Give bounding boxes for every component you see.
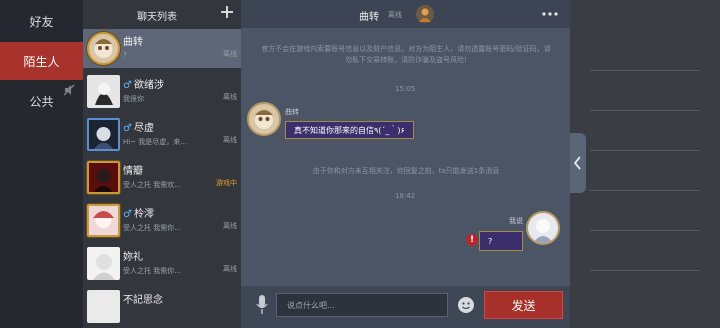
contact-name: ♂ 尽虚 <box>123 123 154 134</box>
contact-name: 不記思念 <box>123 295 163 306</box>
security-notice: 官方不会在游戏内索要账号信息以及财产信息，对方为陌生人，请勿透露账号密码/验证码… <box>261 45 551 64</box>
chat-contact-status: 离线 <box>388 11 402 19</box>
online-status: 离线 <box>223 50 237 58</box>
add-icon[interactable] <box>219 4 235 20</box>
male-icon: ♂ <box>123 209 132 220</box>
online-status: 离线 <box>223 93 237 101</box>
chat-list-item[interactable]: 不記思念 <box>83 287 241 326</box>
incoming-message-bubble[interactable]: 真不知道你那来的自信٩(´_｀)۶ <box>285 121 414 139</box>
avatar <box>87 204 120 237</box>
send-failed-icon[interactable]: ! <box>466 234 478 246</box>
online-status: 离线 <box>223 265 237 273</box>
message-preview: Hi~ 我是尽虚，来... <box>123 138 187 146</box>
chat-panel: 曲转 离线 官方不会在游戏内索要账号信息以及财产信息，对方为陌生人，请勿透露账号… <box>241 0 570 328</box>
avatar <box>87 118 120 151</box>
collapse-panel-tab[interactable] <box>570 133 586 193</box>
chat-list-item[interactable]: 妳礼 受人之托 我需你... 离线 <box>83 244 241 283</box>
chat-list-item[interactable]: ♂ 尽虚 Hi~ 我是尽虚，来... 离线 <box>83 115 241 154</box>
contact-name: 曲转 <box>123 37 143 48</box>
contact-name: 妳礼 <box>123 252 143 263</box>
more-options-icon[interactable] <box>542 12 558 16</box>
chat-list-item[interactable]: 曲转 ? 离线 <box>83 29 241 68</box>
male-icon: ♂ <box>123 80 132 91</box>
message-preview: 受人之托 我需你... <box>123 267 181 275</box>
message-preview: 受人之托 我需欢... <box>123 181 181 189</box>
chat-header: 曲转 离线 <box>241 0 570 28</box>
microphone-icon[interactable] <box>255 294 269 316</box>
system-note: 由于你和对方未互相关注，你回复之前，ta只能发送1条消息 <box>312 167 500 175</box>
message-sender: 我说 <box>509 217 523 225</box>
avatar <box>87 75 120 108</box>
chat-list-item[interactable]: ♂ 欲绪涉 我很你 离线 <box>83 72 241 111</box>
game-background <box>570 0 720 328</box>
message-input[interactable] <box>276 293 448 317</box>
sender-avatar[interactable] <box>247 102 281 136</box>
avatar <box>87 161 120 194</box>
input-bar: 发送 <box>241 286 570 328</box>
online-status: 游戏中 <box>216 179 237 187</box>
category-rail: 好友 陌生人 公共 <box>0 0 83 328</box>
emoji-icon[interactable] <box>457 296 475 314</box>
chat-contact-name: 曲转 <box>359 12 379 23</box>
message-sender: 曲转 <box>285 108 299 116</box>
outgoing-message-bubble[interactable]: ? <box>479 231 523 251</box>
chat-list-panel: 聊天列表 曲转 ? 离线 ♂ 欲绪涉 我很你 离线 ♂ 尽虚 Hi~ 我是尽虚，来.… <box>83 0 241 328</box>
online-status: 离线 <box>223 136 237 144</box>
chevron-left-icon <box>573 156 581 170</box>
timestamp: 18:42 <box>395 192 416 200</box>
timestamp: 15:05 <box>395 85 416 93</box>
message-preview: 我很你 <box>123 95 144 103</box>
header-avatar[interactable] <box>416 5 434 23</box>
send-button[interactable]: 发送 <box>484 291 563 319</box>
own-avatar[interactable] <box>526 211 560 245</box>
tab-friends[interactable]: 好友 <box>0 2 83 40</box>
mute-icon <box>63 84 75 96</box>
contact-name: ♂ 柃澪 <box>123 209 154 220</box>
tab-strangers[interactable]: 陌生人 <box>0 42 83 80</box>
message-preview: ? <box>123 51 127 59</box>
chat-list-item[interactable]: ♂ 柃澪 受人之托 我需你... 离线 <box>83 201 241 240</box>
chat-list-item[interactable]: 情瓣 受人之托 我需欢... 游戏中 <box>83 158 241 197</box>
message-preview: 受人之托 我需你... <box>123 224 181 232</box>
avatar <box>87 290 120 323</box>
chat-list-title: 聊天列表 <box>137 12 177 23</box>
chat-list-header: 聊天列表 <box>83 0 241 28</box>
online-status: 离线 <box>223 222 237 230</box>
male-icon: ♂ <box>123 123 132 134</box>
avatar <box>87 247 120 280</box>
contact-name: ♂ 欲绪涉 <box>123 80 164 91</box>
contact-name: 情瓣 <box>123 166 143 177</box>
avatar <box>87 32 120 65</box>
